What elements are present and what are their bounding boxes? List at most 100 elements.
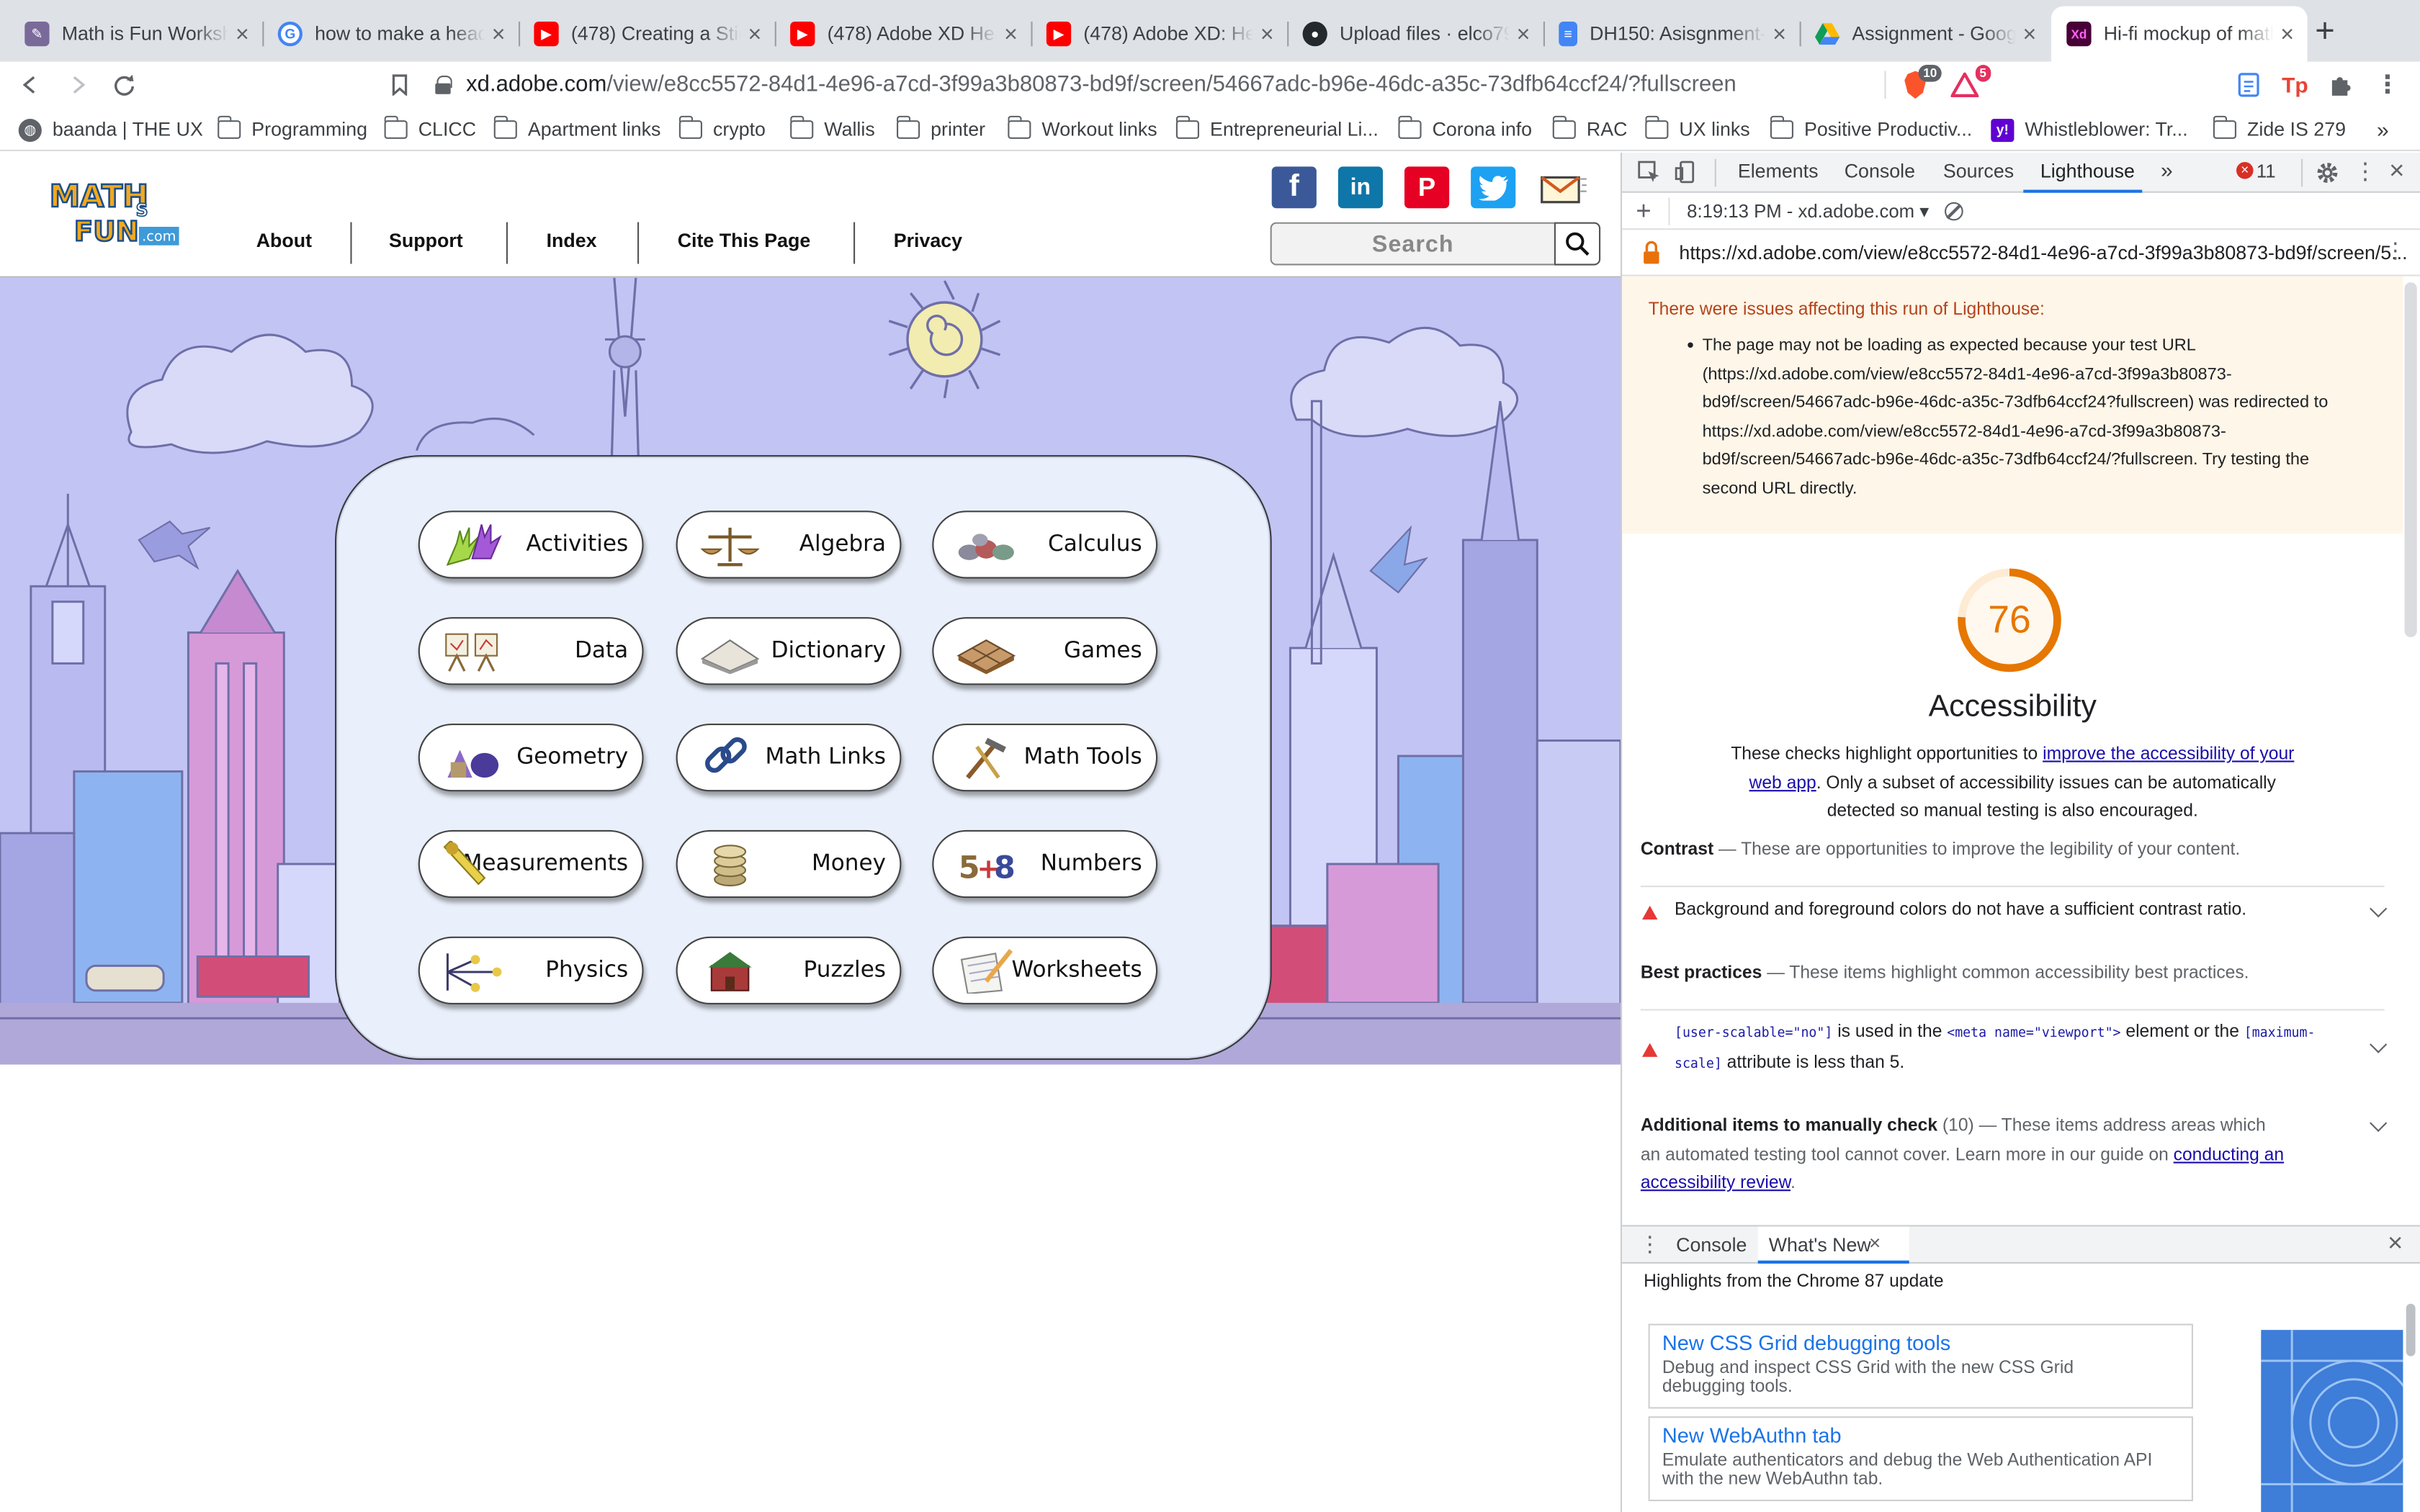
mathsisfun-logo[interactable]: MATH S FUN .com — [46, 173, 182, 259]
close-tab-icon[interactable]: × — [2016, 21, 2044, 47]
bookmark-item[interactable]: Apartment links — [493, 115, 660, 144]
close-tab-icon[interactable]: × — [228, 21, 256, 47]
bookmark-item[interactable]: Zide IS 279 — [2212, 115, 2346, 144]
category-worksheets-button[interactable]: Worksheets — [932, 936, 1158, 1004]
category-activities-button[interactable]: Activities — [418, 510, 644, 579]
close-tab-icon[interactable]: × — [2273, 21, 2301, 47]
browser-tab[interactable]: Assignment - Google × — [1800, 9, 2050, 59]
facebook-icon[interactable]: f — [1271, 166, 1317, 209]
twitter-icon[interactable] — [1471, 166, 1516, 209]
nav-privacy[interactable]: Privacy — [894, 219, 962, 262]
more-tabs-button[interactable]: » — [2161, 158, 2173, 182]
nav-cite-this-page[interactable]: Cite This Page — [678, 219, 811, 262]
category-math-links-button[interactable]: Math Links — [676, 723, 902, 792]
devtools-tab-lighthouse[interactable]: Lighthouse — [2040, 161, 2135, 182]
brave-rewards-icon[interactable]: 5 — [1948, 65, 1991, 102]
linkedin-icon[interactable]: in — [1337, 166, 1383, 209]
more-bookmarks-button[interactable]: » — [2377, 116, 2389, 144]
browser-tab[interactable]: ▶ (478) Creating a Stic × — [519, 9, 776, 59]
category-calculus-button[interactable]: Calculus — [932, 510, 1158, 579]
category-algebra-button[interactable]: Algebra — [676, 510, 902, 579]
forward-icon[interactable] — [58, 66, 95, 103]
bookmark-item[interactable]: printer — [895, 115, 985, 144]
category-numbers-button[interactable]: 5 +8 Numbers — [932, 829, 1158, 899]
close-drawer-tab-icon[interactable]: × — [1869, 1231, 1881, 1254]
devtools-tab-sources[interactable]: Sources — [1943, 161, 2014, 182]
devtools-tab-console[interactable]: Console — [1845, 161, 1915, 182]
close-tab-icon[interactable]: × — [485, 21, 513, 47]
category-puzzles-button[interactable]: Puzzles — [676, 936, 902, 1004]
brave-shield-icon[interactable]: 10 — [1899, 65, 1942, 102]
devtools-tab-elements[interactable]: Elements — [1738, 161, 1819, 182]
expand-chevron-icon[interactable] — [2370, 900, 2388, 918]
site-search-button[interactable] — [1554, 222, 1601, 266]
nav-index[interactable]: Index — [547, 219, 597, 262]
browser-tab-active[interactable]: Xd Hi-fi mockup of math × — [2051, 6, 2308, 62]
audit-viewport[interactable]: [user-scalable="no"] is used in the <met… — [1640, 1009, 2388, 1086]
close-devtools-icon[interactable]: × — [2389, 156, 2404, 186]
close-tab-icon[interactable]: × — [1510, 21, 1538, 47]
category-data-button[interactable]: Data — [418, 617, 644, 685]
report-selector[interactable]: 8:19:13 PM - xd.adobe.com ▾ — [1687, 201, 1929, 222]
browser-tab[interactable]: ● Upload files · elco79 × — [1287, 9, 1546, 59]
browser-tab[interactable]: G how to make a heade × — [262, 9, 521, 59]
browser-tab[interactable]: ▶ (478) Adobe XD Hea × — [775, 9, 1033, 59]
nav-support[interactable]: Support — [389, 219, 463, 262]
whats-new-card[interactable]: New CSS Grid debugging tools Debug and i… — [1648, 1323, 2193, 1409]
bookmark-item[interactable]: Wallis — [789, 115, 875, 144]
bookmark-item[interactable]: Positive Productiv... — [1769, 115, 1972, 144]
new-tab-icon[interactable]: + — [2315, 13, 2335, 48]
bookmark-item[interactable]: UX links — [1644, 115, 1750, 144]
back-icon[interactable] — [12, 66, 49, 103]
close-tab-icon[interactable]: × — [997, 21, 1025, 47]
error-count[interactable]: 11 — [2257, 161, 2276, 182]
close-tab-icon[interactable]: × — [1253, 21, 1281, 47]
drawer-menu-icon[interactable]: ⋮ — [1639, 1231, 1661, 1257]
report-menu-icon[interactable]: ⋮ — [2385, 238, 2406, 264]
category-geometry-button[interactable]: Geometry — [418, 723, 644, 792]
bookmark-item[interactable]: Entrepreneurial Li... — [1175, 115, 1379, 144]
expand-chevron-icon[interactable] — [2370, 1035, 2388, 1053]
bookmark-page-icon[interactable] — [381, 66, 418, 103]
category-dictionary-button[interactable]: Dictionary — [676, 617, 902, 685]
doc-extension-icon[interactable] — [2232, 68, 2266, 102]
clear-reports-icon[interactable] — [1945, 202, 1963, 221]
category-money-button[interactable]: Money — [676, 829, 902, 899]
drawer-tab-whats-new[interactable]: What's New — [1769, 1234, 1871, 1256]
device-toolbar-icon[interactable] — [1675, 161, 1698, 192]
bookmark-item[interactable]: Corona info — [1397, 115, 1532, 144]
bookmark-item[interactable]: Programming — [217, 115, 367, 144]
browser-tab[interactable]: ≡ DH150: Asisgnment- × — [1543, 9, 1801, 59]
report-scrollbar[interactable] — [2404, 282, 2417, 637]
category-measurements-button[interactable]: Measurements — [418, 829, 644, 899]
bookmark-item[interactable]: ◍ baanda | THE UX — [18, 116, 203, 144]
nav-about[interactable]: About — [256, 219, 312, 262]
browser-tab[interactable]: ✎ Math is Fun Workshee × — [9, 9, 264, 59]
extensions-puzzle-icon[interactable] — [2324, 68, 2358, 102]
bookmark-item[interactable]: CLICC — [383, 115, 476, 144]
site-search-input[interactable]: Search — [1270, 222, 1554, 266]
whats-new-card[interactable]: New WebAuthn tab Emulate authenticators … — [1648, 1416, 2193, 1501]
audit-contrast[interactable]: Background and foreground colors do not … — [1640, 886, 2388, 941]
settings-gear-icon[interactable] — [2315, 161, 2339, 193]
new-report-icon[interactable]: + — [1636, 196, 1651, 227]
manual-checks-group[interactable]: Additional items to manually check (10) … — [1641, 1112, 2289, 1198]
bookmark-item[interactable]: RAC — [1551, 115, 1627, 144]
inspect-element-icon[interactable] — [1638, 161, 1661, 192]
tp-extension-icon[interactable]: Tp — [2278, 68, 2312, 102]
bookmark-item[interactable]: Workout links — [1007, 115, 1157, 144]
close-tab-icon[interactable]: × — [741, 21, 769, 47]
reload-icon[interactable] — [105, 66, 142, 103]
pinterest-icon[interactable]: P — [1404, 166, 1450, 209]
browser-tab[interactable]: ▶ (478) Adobe XD: Hea × — [1031, 9, 1289, 59]
bookmark-item[interactable]: crypto — [678, 115, 766, 144]
close-drawer-icon[interactable]: × — [2388, 1228, 2403, 1259]
drawer-scrollbar[interactable] — [2406, 1303, 2416, 1356]
browser-menu-icon[interactable]: ⋮ — [2370, 68, 2404, 102]
mail-icon[interactable] — [1537, 166, 1590, 208]
close-tab-icon[interactable]: × — [1765, 21, 1793, 47]
devtools-menu-icon[interactable]: ⋮ — [2354, 158, 2377, 185]
category-physics-button[interactable]: Physics — [418, 936, 644, 1004]
bookmark-item[interactable]: y! Whistleblower: Tr... — [1991, 116, 2188, 144]
category-math-tools-button[interactable]: Math Tools — [932, 723, 1158, 792]
